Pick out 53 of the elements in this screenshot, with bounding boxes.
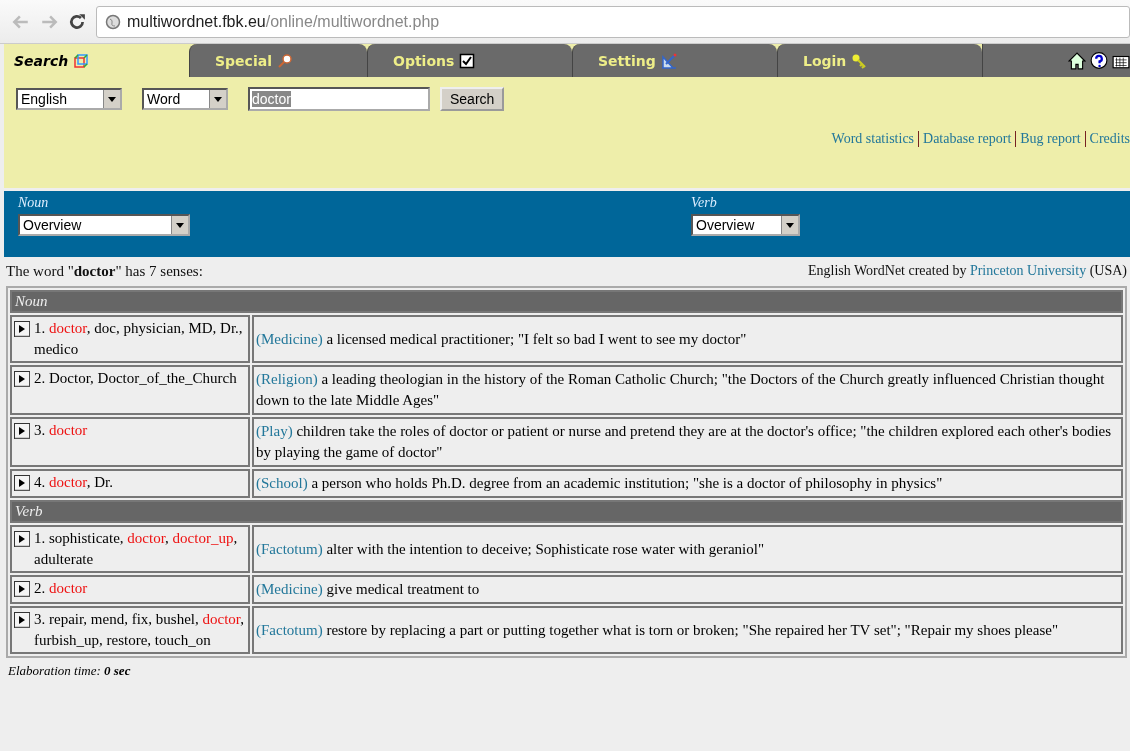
synonyms-text: 3. doctor bbox=[34, 421, 88, 440]
magnifier-icon bbox=[276, 52, 293, 69]
synonyms-text: 1. doctor, doc, physician, MD, Dr., medico bbox=[34, 319, 244, 359]
expand-icon[interactable] bbox=[14, 612, 30, 628]
gloss-cell: (Religion) a leading theologian in the history of the Roman Catholic Church; "the Doctors of the Church greatly influenced Christian thought down to the late Middle Ages" bbox=[252, 365, 1123, 415]
nav-tab[interactable]: Options bbox=[367, 44, 572, 77]
sense-view-select[interactable]: Overview bbox=[18, 214, 190, 236]
cube-icon bbox=[73, 52, 90, 69]
gloss-cell: (Factotum) restore by replacing a part or putting together what is torn or broken; "She repaired her TV set"; "Repair my shoes please" bbox=[252, 606, 1123, 654]
senses-summary: The word "doctor" has 7 senses: bbox=[6, 263, 203, 280]
expand-icon[interactable] bbox=[14, 321, 30, 337]
expand-icon[interactable] bbox=[14, 581, 30, 597]
pos-label: Noun bbox=[18, 195, 50, 211]
search-field[interactable]: doctor bbox=[248, 87, 430, 111]
synonyms-text: 4. doctor, Dr. bbox=[34, 473, 113, 492]
pos-label: Verb bbox=[691, 195, 718, 211]
footer-link[interactable]: Database report bbox=[923, 131, 1012, 147]
help-icon[interactable] bbox=[1090, 51, 1108, 70]
synonyms-text: 1. sophisticate, doctor, doctor_up, adulterate bbox=[34, 529, 239, 569]
reload-icon[interactable] bbox=[68, 12, 86, 31]
footer-link[interactable]: Word statistics bbox=[831, 131, 915, 147]
princeton-link[interactable]: Princeton University bbox=[969, 263, 1087, 278]
address-bar[interactable]: multiwordnet.fbk.eu/online/multiwordnet.php bbox=[96, 5, 1130, 38]
language-select[interactable]: English bbox=[16, 88, 122, 110]
gloss-cell: (Medicine) a licensed medical practitioner; "I felt so bad I went to see my doctor" bbox=[252, 315, 1123, 363]
sense-view-select[interactable]: Overview bbox=[691, 214, 800, 236]
nav-tab[interactable]: Setting bbox=[572, 44, 777, 77]
synonyms-text: 2. doctor bbox=[34, 579, 88, 598]
synonyms-text: 3. repair, mend, fix, bushel, doctor, furbish_up, restore, touch_on bbox=[34, 610, 245, 650]
pencil-icon bbox=[660, 52, 677, 69]
footer-link[interactable]: Bug report bbox=[1020, 131, 1081, 147]
synonyms-text: 2. Doctor, Doctor_of_the_Church bbox=[34, 369, 237, 388]
gloss-cell: (School) a person who holds Ph.D. degree from an academic institution; "she is a doctor of philosophy in physics" bbox=[252, 469, 1123, 498]
section-header: Noun bbox=[10, 290, 1123, 313]
search-button[interactable]: Search bbox=[440, 87, 505, 111]
footer-link[interactable]: Credits bbox=[1089, 131, 1130, 147]
nav-tab[interactable]: Login bbox=[777, 44, 982, 77]
home-icon[interactable] bbox=[1068, 51, 1086, 70]
elaboration-time: Elaboration time: 0 sec bbox=[7, 663, 132, 679]
expand-icon[interactable] bbox=[14, 371, 30, 387]
gloss-cell: (Play) children take the roles of doctor or patient or nurse and pretend they are at the doctor's office; "the children explored each other's bodies by playing the game of doctor" bbox=[252, 417, 1123, 467]
key-icon bbox=[851, 52, 868, 69]
checkbox-icon bbox=[459, 52, 476, 69]
section-header: Verb bbox=[10, 500, 1123, 523]
expand-icon[interactable] bbox=[14, 423, 30, 439]
globe-icon bbox=[105, 13, 121, 30]
nav-tab[interactable]: Special bbox=[189, 44, 367, 77]
credit-text: English WordNet created by Princeton University (USA) bbox=[808, 263, 1127, 280]
expand-icon[interactable] bbox=[14, 475, 30, 491]
gloss-cell: (Medicine) give medical treatment to bbox=[252, 575, 1123, 604]
gloss-cell: (Factotum) alter with the intention to deceive; Sophisticate rose water with geraniol" bbox=[252, 525, 1123, 573]
type-select[interactable]: Word bbox=[142, 88, 228, 110]
expand-icon[interactable] bbox=[14, 531, 30, 547]
